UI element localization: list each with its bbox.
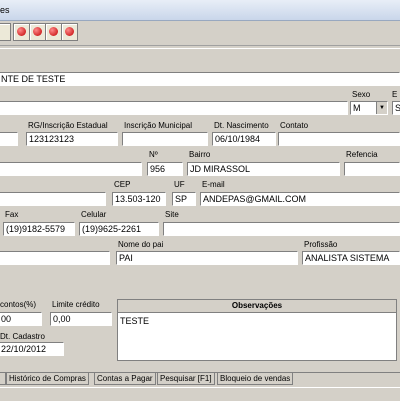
tab-bloqueio-vendas[interactable]: Bloqueio de vendas — [217, 373, 294, 385]
contato-label: Contato — [280, 121, 309, 130]
rg-field[interactable]: 123123123 — [26, 132, 118, 146]
rg-label: RG/Inscrição Estadual — [28, 121, 108, 130]
first-record-icon — [17, 27, 26, 36]
nome-mae-field[interactable] — [0, 251, 110, 265]
sexo-select[interactable]: M ▼ — [350, 101, 388, 115]
email-field[interactable]: ANDEPAS@GMAIL.COM — [200, 192, 400, 206]
last-record-button[interactable] — [61, 23, 78, 41]
cidade-field[interactable] — [0, 192, 106, 206]
prev-record-icon — [33, 27, 42, 36]
sexo-value: M — [353, 103, 361, 113]
fax-field[interactable]: (19)9182-5579 — [3, 222, 75, 236]
observacoes-panel: Observações TESTE — [117, 299, 397, 361]
tab-contas-pagar-label: Contas a Pagar — [97, 374, 153, 383]
referencia-field[interactable] — [344, 162, 400, 176]
uf-field[interactable]: SP — [172, 192, 196, 206]
descontos-field[interactable]: 00 — [0, 312, 42, 326]
dt-nascimento-label: Dt. Nascimento — [214, 121, 269, 130]
window-title: es — [0, 5, 10, 15]
uf-label: UF — [174, 180, 185, 189]
tab-historico-compras-label: Histórico de Compras — [9, 374, 86, 383]
endereco-field[interactable] — [0, 101, 348, 115]
bairro-label: Bairro — [189, 150, 211, 159]
email-label: E-mail — [202, 180, 225, 189]
cpf-field[interactable] — [0, 132, 18, 146]
estado-civil-label: E — [392, 90, 398, 99]
cep-label: CEP — [114, 180, 131, 189]
site-label: Site — [165, 210, 179, 219]
observacoes-header: Observações — [118, 300, 396, 313]
celular-label: Celular — [81, 210, 107, 219]
site-field[interactable] — [163, 222, 400, 236]
fax-label: Fax — [5, 210, 19, 219]
bairro-field[interactable]: JD MIRASSOL — [187, 162, 340, 176]
cep-field[interactable]: 13.503-120 — [112, 192, 166, 206]
tab-bloqueio-vendas-label: Bloqueio de vendas — [220, 374, 291, 383]
inscricao-municipal-label: Inscrição Municipal — [124, 121, 193, 130]
tab-pesquisar-label: Pesquisar [F1] — [160, 374, 212, 383]
toolbar-separator — [0, 45, 400, 49]
descontos-label: contos(%) — [0, 300, 37, 309]
next-record-button[interactable] — [45, 23, 62, 41]
tab-contas-pagar[interactable]: Contas a Pagar — [94, 373, 156, 385]
numero-label: Nº — [149, 150, 158, 159]
estado-civil-field[interactable]: S — [392, 101, 400, 115]
referencia-label: Refencia — [346, 150, 378, 159]
profissao-field[interactable]: ANALISTA SISTEMA — [302, 251, 400, 265]
dt-nascimento-field[interactable]: 06/10/1984 — [212, 132, 276, 146]
observacoes-text[interactable]: TESTE — [118, 313, 396, 329]
first-record-button[interactable] — [13, 23, 30, 41]
profissao-label: Profissão — [304, 240, 338, 249]
dt-cadastro-field[interactable]: 22/10/2012 — [0, 342, 64, 356]
nome-field[interactable]: NTE DE TESTE — [0, 72, 400, 86]
last-record-icon — [65, 27, 74, 36]
tab-historico-compras[interactable]: Histórico de Compras — [6, 373, 89, 385]
page-button[interactable] — [0, 23, 11, 41]
prev-record-button[interactable] — [29, 23, 46, 41]
title-bar: es — [0, 0, 400, 21]
contato-field[interactable] — [278, 132, 400, 146]
next-record-icon — [49, 27, 58, 36]
tab-pesquisar[interactable]: Pesquisar [F1] — [157, 373, 215, 385]
numero-field[interactable]: 956 — [147, 162, 183, 176]
celular-field[interactable]: (19)9625-2261 — [79, 222, 159, 236]
logradouro-field[interactable] — [0, 162, 142, 176]
chevron-down-icon: ▼ — [376, 102, 387, 114]
limite-credito-field[interactable]: 0,00 — [50, 312, 112, 326]
inscricao-municipal-field[interactable] — [122, 132, 208, 146]
sexo-label: Sexo — [352, 90, 371, 99]
limite-credito-label: Limite crédito — [52, 300, 100, 309]
nome-pai-field[interactable]: PAI — [116, 251, 298, 265]
dt-cadastro-label: Dt. Cadastro — [0, 332, 45, 341]
nome-pai-label: Nome do pai — [118, 240, 164, 249]
status-bar — [0, 387, 400, 401]
